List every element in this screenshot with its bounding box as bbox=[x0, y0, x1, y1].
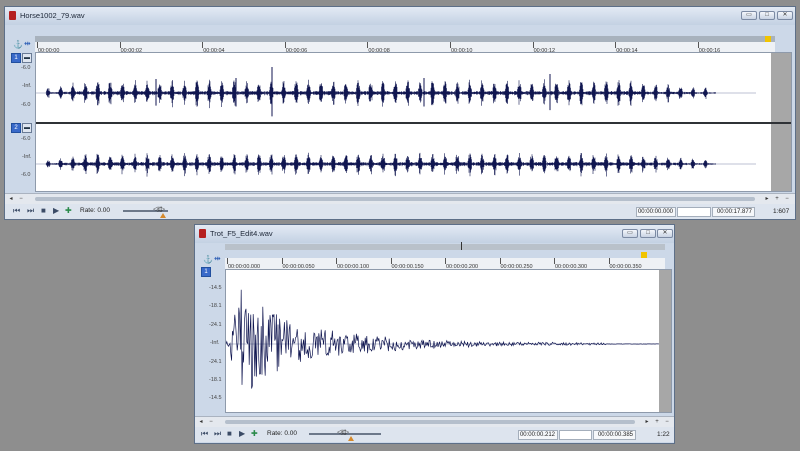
play-looped-icon[interactable]: ✚ bbox=[251, 429, 258, 439]
horizontal-scrollbar[interactable]: ◂ − ▸ + − bbox=[195, 416, 674, 427]
db-label: -14.5 bbox=[209, 395, 222, 401]
close-button[interactable]: ✕ bbox=[777, 11, 793, 20]
rate-label: Rate: 0.00 bbox=[267, 430, 297, 437]
channel-1-minimize-button[interactable]: ▬ bbox=[22, 53, 32, 63]
snap-icon[interactable]: ⚓ bbox=[13, 40, 23, 49]
close-button[interactable]: ✕ bbox=[657, 229, 673, 238]
go-to-start-icon[interactable]: ⏮ bbox=[13, 206, 20, 216]
db-label: -18.1 bbox=[209, 377, 222, 383]
selection-length-field[interactable]: 00:00:17.877 bbox=[712, 207, 755, 217]
db-label: -Inf. bbox=[210, 340, 220, 346]
zoom-out-icon[interactable]: − bbox=[783, 195, 791, 203]
play-icon[interactable]: ▶ bbox=[53, 206, 59, 216]
scroll-thumb[interactable] bbox=[35, 197, 755, 201]
stop-icon[interactable]: ■ bbox=[41, 206, 46, 216]
rate-slider-center-mark bbox=[160, 213, 166, 218]
wave-file-icon bbox=[9, 11, 16, 20]
rate-slider-thumb[interactable]: ◁◁▷ bbox=[153, 205, 165, 213]
channel-separator bbox=[36, 122, 791, 124]
go-to-end-icon[interactable]: ⏭ bbox=[214, 429, 221, 439]
scroll-left-icon[interactable]: ◂ bbox=[197, 418, 205, 426]
rate-label: Rate: 0.00 bbox=[80, 207, 110, 214]
db-label: -6.0 bbox=[21, 172, 31, 178]
snap-icon[interactable]: ⚓ bbox=[203, 255, 213, 264]
empty-region bbox=[659, 270, 671, 412]
waveform-view[interactable] bbox=[225, 269, 672, 413]
selection-end-field[interactable] bbox=[677, 207, 711, 217]
wave-file-icon bbox=[199, 229, 206, 238]
selection-end-field[interactable] bbox=[559, 430, 592, 440]
db-label: -6.0 bbox=[21, 136, 31, 142]
zoom-in-icon[interactable]: + bbox=[653, 418, 661, 426]
channel-2-number[interactable]: 2 bbox=[11, 123, 21, 133]
minimize-button[interactable]: ▭ bbox=[741, 11, 757, 20]
scroll-thumb[interactable] bbox=[225, 420, 635, 424]
window-title: Horse1002_79.wav bbox=[20, 11, 85, 20]
go-to-start-icon[interactable]: ⏮ bbox=[201, 429, 208, 439]
transport-bar: ⏮ ⏭ ■ ▶ ✚ Rate: 0.00 ◁◁▷ 00:00:00.212 00… bbox=[195, 427, 674, 442]
loop-region-icon[interactable]: ⇹ bbox=[24, 39, 31, 48]
rate-slider-center-mark bbox=[348, 436, 354, 441]
db-label: -18.1 bbox=[209, 303, 222, 309]
play-looped-icon[interactable]: ✚ bbox=[65, 206, 72, 216]
channel-1-number[interactable]: 1 bbox=[11, 53, 21, 63]
channel-1-number[interactable]: 1 bbox=[201, 267, 211, 277]
db-label: -24.1 bbox=[209, 322, 222, 328]
db-label: -6.0 bbox=[21, 65, 31, 71]
selection-length-field[interactable]: 00:00:00.385 bbox=[593, 430, 636, 440]
channel-2-minimize-button[interactable]: ▬ bbox=[22, 123, 32, 133]
db-label: -24.1 bbox=[209, 359, 222, 365]
zoom-in-icon[interactable]: + bbox=[773, 195, 781, 203]
window-title: Trot_F5_Edit4.wav bbox=[210, 229, 273, 238]
overview-bar[interactable] bbox=[225, 244, 665, 250]
zoom-out-icon[interactable]: − bbox=[17, 195, 25, 203]
maximize-button[interactable]: □ bbox=[640, 229, 656, 238]
audio-window-horse[interactable]: Horse1002_79.wav ▭ □ ✕ ⚓ ⇹ 00:00:00 00:00… bbox=[4, 6, 796, 220]
play-icon[interactable]: ▶ bbox=[239, 429, 245, 439]
selection-start-field[interactable]: 00:00:00.000 bbox=[636, 207, 676, 217]
minimize-button[interactable]: ▭ bbox=[622, 229, 638, 238]
db-label: -6.0 bbox=[21, 102, 31, 108]
loop-region-icon[interactable]: ⇹ bbox=[214, 254, 221, 263]
scroll-right-icon[interactable]: ▸ bbox=[643, 418, 651, 426]
title-bar[interactable]: Trot_F5_Edit4.wav ▭ □ ✕ bbox=[195, 225, 674, 243]
db-label: -14.5 bbox=[209, 285, 222, 291]
waveform-display[interactable] bbox=[226, 270, 672, 413]
title-bar[interactable]: Horse1002_79.wav ▭ □ ✕ bbox=[5, 7, 795, 25]
go-to-end-icon[interactable]: ⏭ bbox=[27, 206, 34, 216]
zoom-out-icon[interactable]: − bbox=[663, 418, 671, 426]
zoom-ratio: 1:22 bbox=[657, 431, 670, 438]
horizontal-scrollbar[interactable]: ◂ − ▸ + − bbox=[5, 193, 795, 204]
rate-slider-thumb[interactable]: ◁◁▷ bbox=[337, 428, 349, 436]
scroll-left-icon[interactable]: ◂ bbox=[7, 195, 15, 203]
zoom-ratio: 1:607 bbox=[773, 208, 790, 215]
zoom-out-icon[interactable]: − bbox=[207, 418, 215, 426]
waveform-view[interactable] bbox=[35, 52, 792, 192]
scroll-right-icon[interactable]: ▸ bbox=[763, 195, 771, 203]
maximize-button[interactable]: □ bbox=[759, 11, 775, 20]
db-label: -Inf. bbox=[22, 83, 32, 89]
selection-start-field[interactable]: 00:00:00.212 bbox=[518, 430, 558, 440]
audio-window-trot[interactable]: Trot_F5_Edit4.wav ▭ □ ✕ ⚓ ⇹ 00:00:00.000… bbox=[194, 224, 675, 444]
db-label: -Inf. bbox=[22, 154, 32, 160]
transport-bar: ⏮ ⏭ ■ ▶ ✚ Rate: 0.00 ◁◁▷ 00:00:00.000 00… bbox=[5, 204, 795, 219]
playhead-marker bbox=[461, 242, 462, 250]
stop-icon[interactable]: ■ bbox=[227, 429, 232, 439]
